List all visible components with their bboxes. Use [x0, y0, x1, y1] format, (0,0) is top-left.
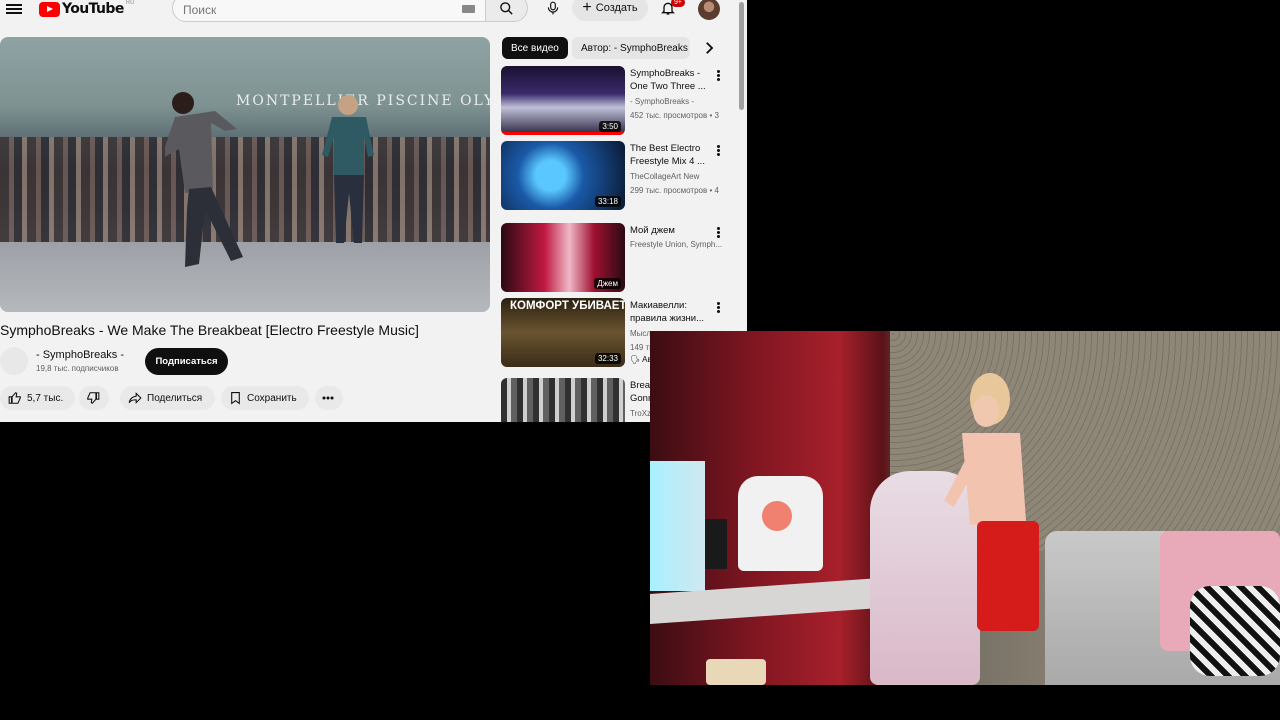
thumbnail-caption: КОМФОРТ УБИВАЕТ — [510, 300, 625, 312]
hamburger-menu-icon[interactable] — [6, 2, 22, 16]
plus-icon: + — [582, 0, 592, 16]
share-label: Поделиться — [147, 392, 203, 404]
recommendation-item[interactable]: 33:18 The Best Electro Freestyle Mix 4 .… — [501, 141, 741, 211]
create-label: Создать — [595, 2, 638, 14]
pc-case — [650, 461, 705, 591]
more-vertical-icon[interactable] — [714, 144, 722, 158]
recommendation-item[interactable]: Джем Мой джем Freestyle Union, Symph... — [501, 223, 741, 293]
recommendation-channel[interactable]: Freestyle Union, Symph... — [630, 240, 728, 249]
microphone-icon — [547, 1, 559, 15]
video-thumbnail[interactable] — [501, 378, 625, 422]
recommendation-title[interactable]: Макиавелли: правила жизни... — [630, 299, 710, 325]
like-button[interactable]: 5,7 тыс. — [0, 386, 75, 410]
more-vertical-icon[interactable] — [714, 301, 722, 315]
video-thumbnail[interactable]: Джем — [501, 223, 625, 292]
logo-text: YouTube — [62, 1, 124, 17]
create-button[interactable]: + Создать — [572, 0, 648, 21]
recommendation-meta: 299 тыс. просмотров • 4 — [630, 186, 719, 195]
recommendation-item[interactable]: 3:50 SymphoBreaks - One Two Three ... - … — [501, 66, 741, 136]
channel-name[interactable]: - SymphoBreaks - — [36, 349, 124, 361]
more-vertical-icon[interactable] — [714, 69, 722, 83]
like-count: 5,7 тыс. — [27, 392, 64, 404]
thumbs-down-icon — [87, 392, 100, 404]
chip-author[interactable]: Автор: - SymphoBreaks - — [572, 37, 690, 59]
share-button[interactable]: Поделиться — [120, 386, 215, 410]
bag-logo — [762, 501, 792, 531]
save-button[interactable]: Сохранить — [221, 386, 309, 410]
playlist-badge: Джем — [594, 278, 621, 289]
notifications-badge: 9+ — [671, 0, 685, 7]
dancer-figure-two — [322, 95, 374, 243]
video-title: SymphoBreaks - We Make The Breakbeat [El… — [0, 322, 419, 338]
duration-badge: 3:50 — [599, 121, 621, 132]
youtube-window: YouTube RU + Создать 9+ — [0, 0, 747, 422]
chip-all-videos[interactable]: Все видео — [502, 37, 568, 59]
account-avatar[interactable] — [698, 0, 720, 20]
more-actions-button[interactable] — [315, 386, 343, 410]
clothes-pile — [1190, 586, 1280, 676]
dislike-button[interactable] — [79, 386, 109, 410]
search-input[interactable] — [183, 3, 453, 17]
save-label: Сохранить — [247, 392, 297, 404]
recommendation-title[interactable]: The Best Electro Freestyle Mix 4 ... — [630, 142, 710, 168]
webcam-feed — [650, 331, 1280, 685]
voice-search-button[interactable] — [540, 0, 566, 20]
subscriber-count: 19,8 тыс. подписчиков — [36, 364, 119, 373]
recommendation-meta: 452 тыс. просмотров • 3 — [630, 111, 719, 120]
search-button[interactable] — [486, 0, 528, 22]
keyboard-icon[interactable] — [462, 5, 475, 13]
dancer-figure — [165, 92, 243, 267]
recommendation-title[interactable]: Мой джем — [630, 224, 710, 237]
search-box[interactable] — [172, 0, 486, 22]
recommendation-channel[interactable]: TheCollageArt New — [630, 172, 728, 181]
more-horizontal-icon — [322, 396, 334, 400]
duration-badge: 32:33 — [594, 353, 621, 364]
thumbs-up-icon — [8, 392, 21, 404]
logo-region: RU — [125, 0, 135, 6]
recommendation-title[interactable]: SymphoBreaks - One Two Three ... — [630, 67, 710, 93]
subscribe-button[interactable]: Подписаться — [145, 348, 228, 375]
youtube-logo[interactable]: YouTube RU — [39, 0, 134, 18]
red-shorts — [977, 521, 1039, 631]
play-logo-icon — [39, 1, 60, 17]
video-thumbnail[interactable]: 3:50 — [501, 66, 625, 135]
share-icon — [128, 392, 142, 404]
chevron-right-icon[interactable] — [700, 39, 718, 57]
duration-badge: 33:18 — [594, 196, 621, 207]
channel-avatar[interactable] — [0, 347, 28, 375]
masthead: YouTube RU + Создать 9+ — [0, 0, 747, 22]
dance-floor — [0, 242, 490, 312]
video-thumbnail[interactable]: 33:18 — [501, 141, 625, 210]
person-voice-icon: 🗣 — [630, 355, 641, 364]
screen: YouTube RU + Создать 9+ — [0, 0, 1280, 720]
crowd-scene — [0, 137, 490, 257]
more-vertical-icon[interactable] — [714, 226, 722, 240]
video-player[interactable]: MONTPELLIER PISCINE OLYMPIQUE D'A — [0, 37, 490, 312]
cup — [706, 659, 766, 685]
watch-progress-bar — [501, 132, 625, 135]
video-thumbnail[interactable]: КОМФОРТ УБИВАЕТ 32:33 — [501, 298, 625, 367]
monitor — [705, 519, 727, 569]
scrollbar-thumb[interactable] — [739, 2, 744, 110]
bookmark-icon — [231, 392, 240, 405]
recommendation-channel[interactable]: - SymphoBreaks - — [630, 97, 728, 106]
search-icon — [500, 2, 513, 15]
